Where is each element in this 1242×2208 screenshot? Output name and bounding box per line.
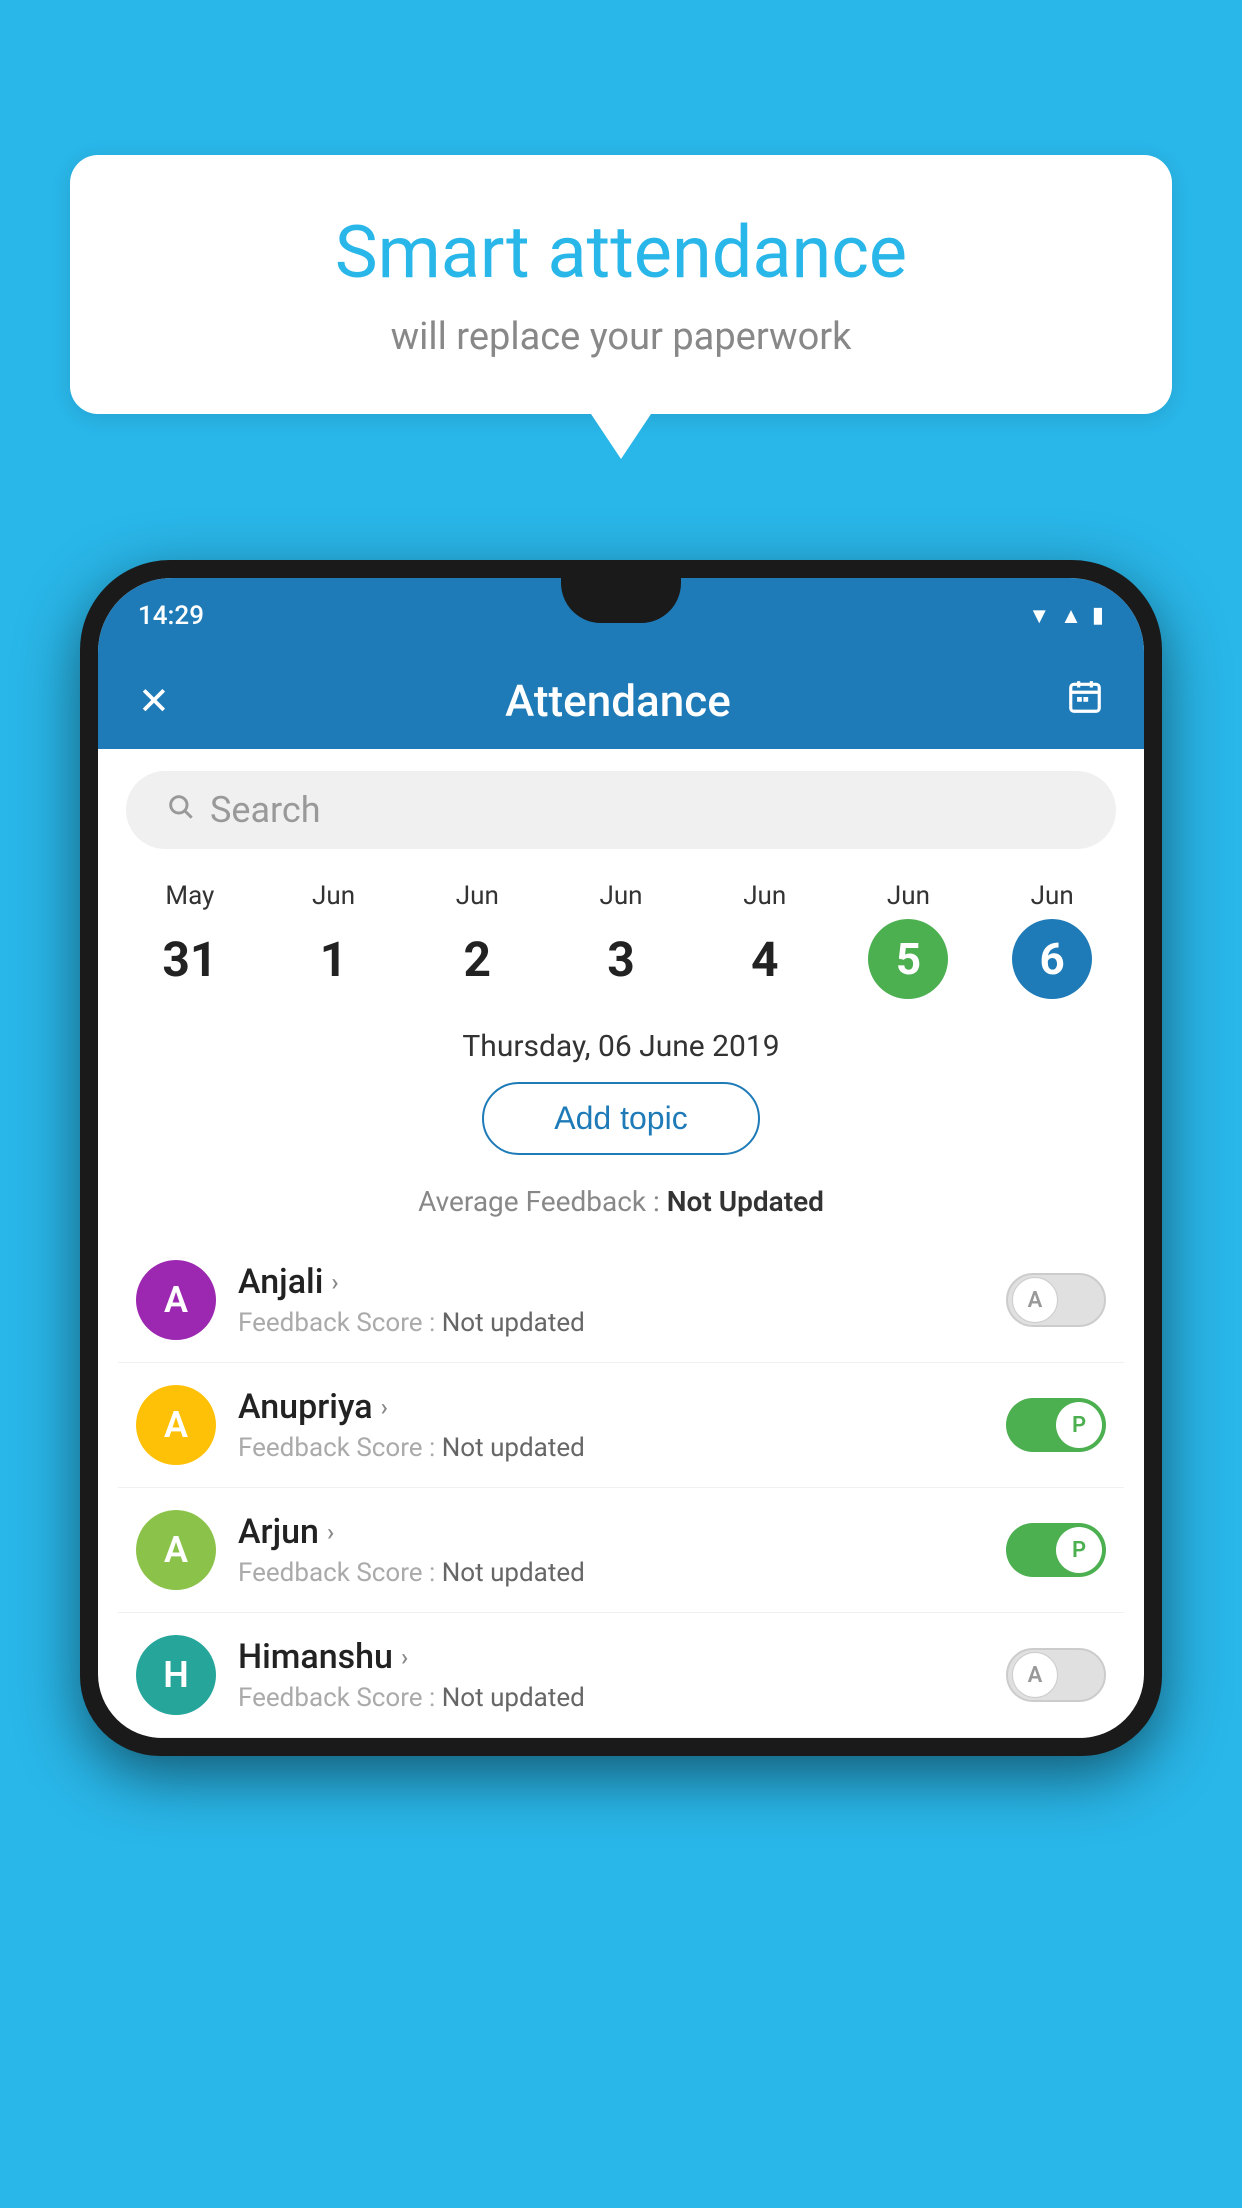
close-button[interactable]: ✕ xyxy=(138,679,170,724)
wifi-icon: ▼ xyxy=(1028,603,1050,629)
status-time: 14:29 xyxy=(138,601,204,631)
date-day: 5 xyxy=(896,933,921,985)
chevron-icon: › xyxy=(327,1518,334,1546)
status-bar: 14:29 ▼ ▲ ▮ xyxy=(98,578,1144,653)
attendance-toggle[interactable]: P xyxy=(1006,1398,1106,1452)
search-icon xyxy=(166,792,194,828)
date-month: Jun xyxy=(599,881,642,911)
student-item-2: A Arjun › Feedback Score : Not updated P xyxy=(118,1488,1124,1613)
notch xyxy=(561,578,681,623)
date-item-31[interactable]: May 31 xyxy=(118,881,262,999)
bubble-subtitle: will replace your paperwork xyxy=(130,315,1112,359)
student-info: Anupriya › Feedback Score : Not updated xyxy=(238,1387,984,1463)
date-item-2[interactable]: Jun 2 xyxy=(405,881,549,999)
student-list: AAnjali ›Feedback Score : Not updatedAAA… xyxy=(98,1238,1144,1738)
date-day: 4 xyxy=(751,931,779,988)
feedback-score: Feedback Score : Not updated xyxy=(238,1558,984,1588)
app-title: Attendance xyxy=(505,675,731,727)
date-month: Jun xyxy=(456,881,499,911)
date-month: Jun xyxy=(743,881,786,911)
feedback-score: Feedback Score : Not updated xyxy=(238,1433,984,1463)
app-header: ✕ Attendance xyxy=(98,653,1144,749)
student-item-1: A Anupriya › Feedback Score : Not updated P xyxy=(118,1363,1124,1488)
search-input[interactable]: Search xyxy=(210,789,321,831)
student-info: Anjali › Feedback Score : Not updated xyxy=(238,1262,984,1338)
phone-screen: 14:29 ▼ ▲ ▮ ✕ Attendance xyxy=(98,578,1144,1738)
date-day: 6 xyxy=(1040,933,1065,985)
chevron-icon: › xyxy=(331,1268,338,1296)
toggle-knob: P xyxy=(1056,1402,1102,1448)
speech-bubble: Smart attendance will replace your paper… xyxy=(70,155,1172,414)
search-bar[interactable]: Search xyxy=(126,771,1116,849)
date-picker: May 31 Jun 1 Jun 2 Jun 3 Jun 4 Jun 5 Jun 6 xyxy=(98,871,1144,1019)
date-item-6[interactable]: Jun 6 xyxy=(980,881,1124,999)
add-topic-button[interactable]: Add topic xyxy=(482,1082,759,1155)
date-item-3[interactable]: Jun 3 xyxy=(549,881,693,999)
student-name[interactable]: Arjun › xyxy=(238,1512,984,1552)
student-item-3: H Himanshu › Feedback Score : Not updated A xyxy=(118,1613,1124,1738)
status-icons: ▼ ▲ ▮ xyxy=(1028,603,1104,629)
date-month: Jun xyxy=(887,881,930,911)
student-avatar: A xyxy=(136,1510,216,1590)
student-avatar: A xyxy=(136,1260,216,1340)
student-name[interactable]: Anjali › xyxy=(238,1262,984,1302)
date-item-5[interactable]: Jun 5 xyxy=(837,881,981,999)
date-day: 3 xyxy=(607,931,635,988)
chevron-icon: › xyxy=(381,1393,388,1421)
date-day: 31 xyxy=(162,931,217,988)
date-month: May xyxy=(165,881,214,911)
attendance-toggle[interactable]: P xyxy=(1006,1523,1106,1577)
chevron-icon: › xyxy=(401,1643,408,1671)
feedback-score: Feedback Score : Not updated xyxy=(238,1683,984,1713)
date-item-1[interactable]: Jun 1 xyxy=(262,881,406,999)
calendar-icon[interactable] xyxy=(1066,678,1104,725)
bubble-title: Smart attendance xyxy=(130,210,1112,295)
phone-wrapper: 14:29 ▼ ▲ ▮ ✕ Attendance xyxy=(80,560,1162,2208)
student-info: Himanshu › Feedback Score : Not updated xyxy=(238,1637,984,1713)
attendance-toggle[interactable]: A xyxy=(1006,1648,1106,1702)
avg-feedback: Average Feedback : Not Updated xyxy=(98,1175,1144,1238)
date-month: Jun xyxy=(312,881,355,911)
toggle-knob: A xyxy=(1012,1652,1058,1698)
date-day: 2 xyxy=(464,931,492,988)
feedback-score: Feedback Score : Not updated xyxy=(238,1308,984,1338)
student-item-0: A Anjali › Feedback Score : Not updated A xyxy=(118,1238,1124,1363)
toggle-knob: A xyxy=(1012,1277,1058,1323)
student-avatar: A xyxy=(136,1385,216,1465)
student-name[interactable]: Anupriya › xyxy=(238,1387,984,1427)
battery-icon: ▮ xyxy=(1092,603,1104,628)
selected-date-label: Thursday, 06 June 2019 xyxy=(98,1019,1144,1082)
student-avatar: H xyxy=(136,1635,216,1715)
toggle-knob: P xyxy=(1056,1527,1102,1573)
bubble-tail xyxy=(591,414,651,459)
date-day: 1 xyxy=(320,931,348,988)
attendance-toggle[interactable]: A xyxy=(1006,1273,1106,1327)
phone-outer: 14:29 ▼ ▲ ▮ ✕ Attendance xyxy=(80,560,1162,1756)
student-info: Arjun › Feedback Score : Not updated xyxy=(238,1512,984,1588)
student-name[interactable]: Himanshu › xyxy=(238,1637,984,1677)
date-item-4[interactable]: Jun 4 xyxy=(693,881,837,999)
signal-icon: ▲ xyxy=(1060,603,1082,629)
speech-bubble-section: Smart attendance will replace your paper… xyxy=(70,155,1172,459)
date-month: Jun xyxy=(1031,881,1074,911)
